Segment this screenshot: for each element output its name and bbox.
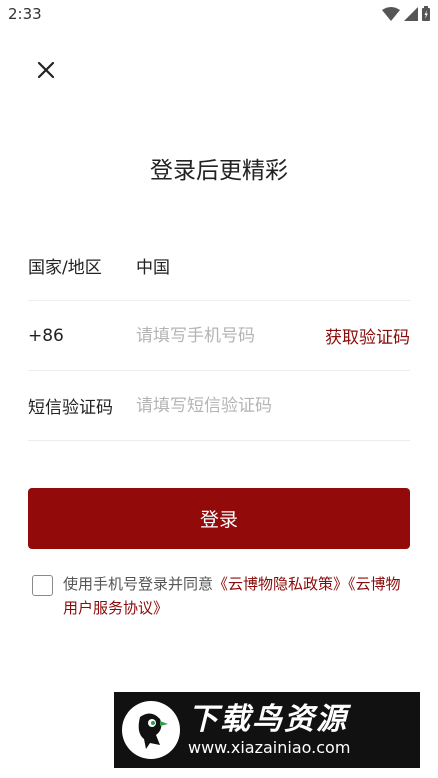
agreement-text: 使用手机号登录并同意《云博物隐私政策》《云博物用户服务协议》 xyxy=(63,572,412,620)
region-label: 国家/地区 xyxy=(28,258,102,278)
wifi-icon xyxy=(382,6,400,25)
code-label: 短信验证码 xyxy=(28,398,113,418)
close-icon xyxy=(37,61,55,83)
watermark-text: 下载鸟资源 www.xiazainiao.com xyxy=(188,702,350,758)
agreement-checkbox[interactable] xyxy=(32,575,53,596)
region-value[interactable]: 中国 xyxy=(136,253,170,278)
phone-input[interactable] xyxy=(136,325,325,346)
bird-logo-icon xyxy=(120,699,182,761)
get-code-button[interactable]: 获取验证码 xyxy=(325,323,410,348)
close-button[interactable] xyxy=(34,60,58,84)
code-row: 短信验证码 xyxy=(28,371,410,441)
status-bar: 2:33 xyxy=(0,0,438,30)
region-row[interactable]: 国家/地区 中国 xyxy=(28,231,410,301)
country-code[interactable]: +86 xyxy=(28,326,136,346)
agreement: 使用手机号登录并同意《云博物隐私政策》《云博物用户服务协议》 xyxy=(32,572,412,620)
signal-icon xyxy=(404,6,418,25)
page-title: 登录后更精彩 xyxy=(150,158,288,184)
battery-icon xyxy=(422,6,430,25)
phone-row: +86 获取验证码 xyxy=(28,301,410,371)
watermark-title: 下载鸟资源 xyxy=(188,702,348,737)
watermark-banner: 下载鸟资源 www.xiazainiao.com xyxy=(114,692,420,768)
privacy-policy-link[interactable]: 《云博物隐私政策》 xyxy=(213,575,348,593)
login-button[interactable]: 登录 xyxy=(28,488,410,549)
agreement-prefix: 使用手机号登录并同意 xyxy=(63,575,214,593)
code-input[interactable] xyxy=(136,395,410,416)
status-icons xyxy=(382,6,430,25)
status-time: 2:33 xyxy=(8,5,42,23)
watermark-url: www.xiazainiao.com xyxy=(188,738,351,757)
